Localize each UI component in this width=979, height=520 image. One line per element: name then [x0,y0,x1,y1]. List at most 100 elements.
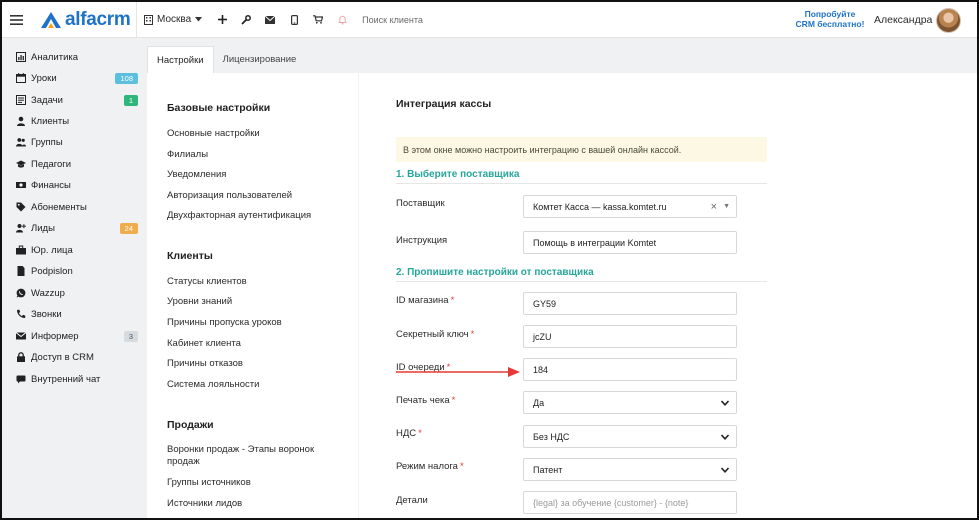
instruction-value: Помощь в интеграции Komtet [533,237,657,248]
building-icon [144,14,153,25]
cart-icon [313,15,324,24]
link-notifications[interactable]: Уведомления [167,169,337,181]
secret-key-input[interactable]: jcZU [523,325,737,348]
sidebar-item-clients[interactable]: Клиенты [16,112,138,130]
sidebar-item-label: Педагоги [31,158,72,170]
logo[interactable]: alfacrm [30,2,136,38]
user-name[interactable]: Александра [874,14,932,26]
sidebar-item-leads[interactable]: Лиды 24 [16,219,138,237]
sidebar-item-lessons[interactable]: Уроки 108 [16,69,138,87]
sidebar-item-informer[interactable]: Информер 3 [16,327,138,345]
vat-select[interactable]: Без НДС [523,425,737,448]
lessons-count-badge: 108 [115,72,138,84]
hamburger-icon [9,14,23,25]
tab-licensing[interactable]: Лицензирование [214,46,306,73]
city-selector[interactable]: Москва [137,2,210,38]
link-two-factor[interactable]: Двухфакторная аутентификация [167,210,337,222]
search-input[interactable] [362,14,643,25]
print-receipt-label: Печать чека * [396,395,456,406]
lock-icon [17,352,25,362]
required-mark: * [451,395,456,406]
caret-down-icon: ▼ [723,203,730,210]
tax-mode-value: Патент [533,464,563,475]
instruction-link-field[interactable]: Помощь в интеграции Komtet [523,231,737,254]
sidebar-item-tasks[interactable]: Задачи 1 [16,91,138,109]
info-alert: В этом окне можно настроить интеграцию с… [396,137,767,162]
provider-select[interactable]: Комтет Касса — kassa.komtet.ru × ▼ [523,195,737,218]
sidebar-item-legal-entities[interactable]: Юр. лица [16,241,138,259]
chevron-down-icon [720,466,730,473]
settings-tools-button[interactable] [234,2,258,38]
sidebar-item-subscriptions[interactable]: Абонементы [16,198,138,216]
cart-button[interactable] [306,2,330,38]
link-client-statuses[interactable]: Статусы клиентов [167,276,337,288]
link-client-cabinet[interactable]: Кабинет клиента [167,338,337,350]
link-source-groups[interactable]: Группы источников [167,477,337,489]
document-icon [17,266,25,276]
sidebar-item-label: Wazzup [31,287,65,299]
secret-key-value: jcZU [533,331,552,342]
sidebar-item-label: Лиды [31,222,55,234]
tax-mode-select[interactable]: Патент [523,458,737,481]
plus-icon [217,15,227,24]
link-knowledge-levels[interactable]: Уровни знаний [167,296,337,308]
mobile-button[interactable] [282,2,306,38]
vat-label: НДС * [396,428,422,439]
sidebar-item-finance[interactable]: Финансы [16,176,138,194]
mail-button[interactable] [258,2,282,38]
settings-tabs: Настройки Лицензирование [147,46,306,73]
leads-count-badge: 24 [119,222,138,234]
whatsapp-icon [16,288,26,298]
sidebar-item-teachers[interactable]: Педагоги [16,155,138,173]
chevron-down-icon [720,399,730,406]
shop-id-input[interactable]: GY59 [523,292,737,315]
envelope-icon [265,15,276,24]
sidebar-item-calls[interactable]: Звонки [16,305,138,323]
print-receipt-value: Да [533,397,545,408]
tab-settings[interactable]: Настройки [147,46,214,73]
provider-value: Комтет Касса — kassa.komtet.ru [533,201,667,212]
details-label: Детали [396,495,428,506]
informer-count-badge: 3 [123,330,138,342]
sidebar-item-crm-access[interactable]: Доступ в CRM [16,348,138,366]
link-lead-sources[interactable]: Источники лидов [167,498,337,510]
sidebar-item-podpislon[interactable]: Podpislon [16,262,138,280]
sidebar-item-internal-chat[interactable]: Внутренний чат [16,370,138,388]
link-refusal-reasons[interactable]: Причины отказов [167,358,337,370]
secret-key-label: Секретный ключ * [396,329,475,340]
link-loyalty-system[interactable]: Система лояльности [167,379,337,391]
link-sales-funnels[interactable]: Воронки продаж - Этапы воронок продаж [167,444,337,468]
shop-id-label: ID магазина * [396,295,455,306]
add-button[interactable] [210,2,234,38]
required-mark: * [470,329,475,340]
envelope-icon [16,332,26,340]
link-branches[interactable]: Филиалы [167,149,337,161]
step-1-heading: 1. Выберите поставщика [396,169,767,184]
free-trial-link[interactable]: Попробуйте CRM бесплатно! [780,9,880,29]
link-absence-reasons[interactable]: Причины пропуска уроков [167,317,337,329]
menu-toggle-button[interactable] [2,2,30,38]
avatar[interactable] [936,8,961,33]
link-user-auth[interactable]: Авторизация пользователей [167,190,337,202]
notifications-button[interactable] [330,2,354,38]
sidebar-item-wazzup[interactable]: Wazzup [16,284,138,302]
tasks-icon [16,95,26,105]
page-title: Интеграция кассы [396,98,492,110]
sidebar-item-label: Финансы [31,179,71,191]
sidebar-item-groups[interactable]: Группы [16,133,138,151]
tasks-count-badge: 1 [123,94,138,106]
sidebar-item-analytics[interactable]: Аналитика [16,48,138,66]
sidebar-item-label: Абонементы [31,201,87,213]
vat-value: Без НДС [533,431,570,442]
clear-icon[interactable]: × [711,201,717,213]
link-general-settings[interactable]: Основные настройки [167,128,337,140]
client-search[interactable] [354,2,654,38]
city-name: Москва [157,14,192,25]
sidebar-item-label: Задачи [31,94,63,106]
details-input[interactable]: {legal} за обучение {customer} - {note} [523,491,737,514]
caret-down-icon [195,17,203,22]
print-receipt-select[interactable]: Да [523,391,737,414]
details-placeholder: {legal} за обучение {customer} - {note} [533,497,689,508]
queue-id-input[interactable]: 184 [523,358,737,381]
cash-integration-panel: Интеграция кассы В этом окне можно настр… [359,73,977,518]
